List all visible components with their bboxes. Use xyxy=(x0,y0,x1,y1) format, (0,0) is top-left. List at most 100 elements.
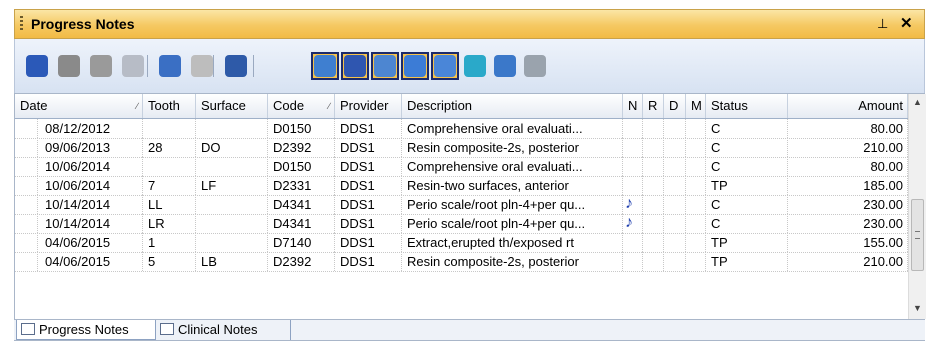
cell-amount[interactable]: 230.00 xyxy=(788,214,908,233)
cell-description[interactable]: Comprehensive oral evaluati... xyxy=(402,157,623,176)
cell-code[interactable]: D0150 xyxy=(268,157,335,176)
search-button[interactable] xyxy=(401,52,429,80)
cell-tooth[interactable]: LL xyxy=(143,195,196,214)
cell-surface[interactable] xyxy=(196,233,268,252)
column-header-tooth[interactable]: Tooth xyxy=(143,94,196,118)
row-selector[interactable] xyxy=(20,119,38,138)
cell-amount[interactable]: 230.00 xyxy=(788,195,908,214)
column-header-d[interactable]: D xyxy=(664,94,686,118)
check-circle-button[interactable] xyxy=(23,52,51,80)
table-row[interactable]: 10/14/2014 LR D4341 DDS1 Perio scale/root pl… xyxy=(15,214,908,234)
cell-r[interactable] xyxy=(643,195,664,214)
cell-m[interactable] xyxy=(686,138,706,157)
column-header-m[interactable]: M xyxy=(686,94,706,118)
cell-r[interactable] xyxy=(643,119,664,138)
row-selector[interactable] xyxy=(20,157,38,176)
cell-d[interactable] xyxy=(664,119,686,138)
cell-provider[interactable]: DDS1 xyxy=(335,138,402,157)
cell-status[interactable]: C xyxy=(706,195,788,214)
cell-status[interactable]: C xyxy=(706,214,788,233)
cell-r[interactable] xyxy=(643,214,664,233)
cell-date[interactable]: 08/12/2012 xyxy=(15,119,143,138)
cell-amount[interactable]: 155.00 xyxy=(788,233,908,252)
cell-code[interactable]: D0150 xyxy=(268,119,335,138)
cell-surface[interactable]: LB xyxy=(196,252,268,271)
cell-description[interactable]: Perio scale/root pln-4+per qu... xyxy=(402,214,623,233)
cell-m[interactable] xyxy=(686,214,706,233)
cell-tooth[interactable] xyxy=(143,157,196,176)
cell-code[interactable]: D2331 xyxy=(268,176,335,195)
cell-d[interactable] xyxy=(664,252,686,271)
cell-status[interactable]: TP xyxy=(706,176,788,195)
arrow-right-button[interactable] xyxy=(461,52,489,80)
cell-r[interactable] xyxy=(643,157,664,176)
trash-button[interactable] xyxy=(55,52,83,80)
cell-description[interactable]: Comprehensive oral evaluati... xyxy=(402,119,623,138)
cell-tooth[interactable]: 28 xyxy=(143,138,196,157)
row-selector[interactable] xyxy=(20,214,38,233)
cell-n[interactable] xyxy=(623,157,643,176)
window-button[interactable] xyxy=(491,52,519,80)
cell-surface[interactable] xyxy=(196,195,268,214)
cell-provider[interactable]: DDS1 xyxy=(335,119,402,138)
cell-tooth[interactable]: 1 xyxy=(143,233,196,252)
cell-date[interactable]: 04/06/2015 xyxy=(15,252,143,271)
table-row[interactable]: 10/14/2014 LL D4341 DDS1 Perio scale/root pl… xyxy=(15,195,908,215)
cell-code[interactable]: D2392 xyxy=(268,252,335,271)
cell-m[interactable] xyxy=(686,176,706,195)
cell-surface[interactable] xyxy=(196,157,268,176)
panel-title-bar[interactable]: Progress Notes ⊥ ✕ xyxy=(14,9,925,39)
cell-tooth[interactable] xyxy=(143,119,196,138)
table-row[interactable]: 10/06/2014 D0150 DDS1 Comprehensive oral ev… xyxy=(15,157,908,177)
printer-button[interactable] xyxy=(119,52,147,80)
cell-status[interactable]: C xyxy=(706,157,788,176)
list-button[interactable] xyxy=(521,52,549,80)
column-header-description[interactable]: Description xyxy=(402,94,623,118)
vertical-scrollbar[interactable]: ▲ ▼ xyxy=(908,94,926,319)
cell-n[interactable] xyxy=(623,252,643,271)
cell-date[interactable]: 04/06/2015 xyxy=(15,233,143,252)
people-button[interactable] xyxy=(156,52,184,80)
scrollbar-thumb[interactable] xyxy=(911,199,924,271)
cell-d[interactable] xyxy=(664,138,686,157)
cell-n[interactable]: ♪ xyxy=(623,214,643,233)
cell-code[interactable]: D4341 xyxy=(268,214,335,233)
cell-d[interactable] xyxy=(664,157,686,176)
cell-provider[interactable]: DDS1 xyxy=(335,233,402,252)
note-icon[interactable]: ♪ xyxy=(625,214,633,232)
cell-provider[interactable]: DDS1 xyxy=(335,176,402,195)
cell-date[interactable]: 10/14/2014 xyxy=(15,214,143,233)
column-header-provider[interactable]: Provider xyxy=(335,94,402,118)
cell-code[interactable]: D2392 xyxy=(268,138,335,157)
note-icon[interactable]: ♪ xyxy=(625,195,633,213)
patient-button[interactable] xyxy=(431,52,459,80)
cell-surface[interactable]: LF xyxy=(196,176,268,195)
cell-surface[interactable] xyxy=(196,214,268,233)
cell-description[interactable]: Extract,erupted th/exposed rt xyxy=(402,233,623,252)
cell-amount[interactable]: 185.00 xyxy=(788,176,908,195)
cell-status[interactable]: TP xyxy=(706,233,788,252)
cell-provider[interactable]: DDS1 xyxy=(335,214,402,233)
cell-r[interactable] xyxy=(643,233,664,252)
cell-m[interactable] xyxy=(686,233,706,252)
cell-description[interactable]: Resin composite-2s, posterior xyxy=(402,138,623,157)
table-row[interactable]: 04/06/2015 1 D7140 DDS1 Extract,erupted th/e… xyxy=(15,233,908,253)
cell-tooth[interactable]: 7 xyxy=(143,176,196,195)
row-selector[interactable] xyxy=(20,195,38,214)
cell-amount[interactable]: 80.00 xyxy=(788,157,908,176)
cell-date[interactable]: 10/06/2014 xyxy=(15,157,143,176)
cell-tooth[interactable]: LR xyxy=(143,214,196,233)
pin-icon[interactable]: ⊥ xyxy=(877,16,888,32)
cell-surface[interactable] xyxy=(196,119,268,138)
cell-status[interactable]: C xyxy=(706,119,788,138)
cell-provider[interactable]: DDS1 xyxy=(335,195,402,214)
cell-n[interactable] xyxy=(623,176,643,195)
cell-code[interactable]: D4341 xyxy=(268,195,335,214)
tab-clinical-notes[interactable]: Clinical Notes xyxy=(156,320,291,340)
cell-m[interactable] xyxy=(686,195,706,214)
note-button[interactable] xyxy=(311,52,339,80)
cell-description[interactable]: Perio scale/root pln-4+per qu... xyxy=(402,195,623,214)
cell-r[interactable] xyxy=(643,252,664,271)
import-button[interactable] xyxy=(222,52,250,80)
clock-button[interactable] xyxy=(341,52,369,80)
